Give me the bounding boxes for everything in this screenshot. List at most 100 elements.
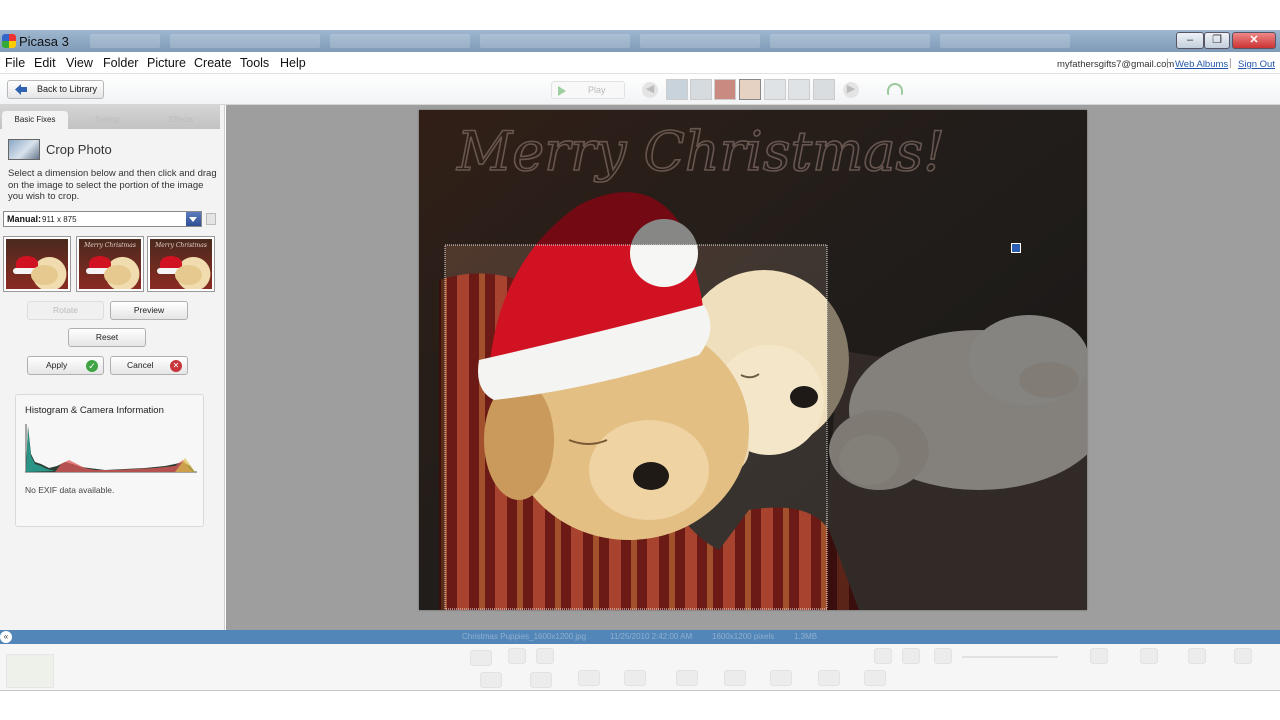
background-window-tab [170, 34, 320, 48]
rotate-button[interactable]: Rotate [27, 301, 104, 320]
photo-canvas[interactable]: Merry Christmas! [419, 110, 1087, 610]
rotate-left-icon[interactable] [508, 648, 526, 664]
tray-thumbnail[interactable] [6, 654, 54, 688]
view-single-icon[interactable] [874, 648, 892, 664]
email-icon[interactable] [530, 672, 552, 688]
photo-viewer: Merry Christmas! [226, 105, 1280, 630]
status-filesize: 1.3MB [794, 632, 818, 641]
info-icon[interactable] [1234, 648, 1252, 664]
crop-thumbnail-image: Merry Christmas [79, 239, 141, 289]
print-icon[interactable] [578, 670, 600, 686]
filmstrip-thumb[interactable] [813, 79, 835, 100]
tab-tuning[interactable]: Tuning [74, 111, 140, 129]
crop-thumbnail-image [6, 239, 68, 289]
picasa-logo-icon [2, 34, 16, 48]
cancel-label: Cancel [127, 360, 154, 370]
crop-dimension-select[interactable]: Manual: 911 x 875 [3, 211, 202, 227]
crop-preset-thumb-1[interactable] [3, 236, 71, 292]
tray-hold-icon[interactable] [470, 650, 492, 666]
exif-status: No EXIF data available. [25, 485, 115, 495]
menu-create[interactable]: Create [194, 56, 232, 70]
back-to-library-button[interactable]: Back to Library [7, 80, 104, 99]
collage-icon[interactable] [770, 670, 792, 686]
window-bottom-edge [0, 690, 1280, 720]
menu-picture[interactable]: Picture [147, 56, 186, 70]
checkmark-icon: ✓ [86, 360, 98, 372]
background-window-tab [640, 34, 760, 48]
menu-folder[interactable]: Folder [103, 56, 138, 70]
separator: | [1166, 58, 1169, 69]
edit-tabs: Basic Fixes Tuning Effects [0, 105, 220, 129]
play-icon [558, 86, 566, 96]
filmstrip-thumb-current[interactable] [739, 79, 761, 100]
account-email: myfathersgifts7@gmail.com [1057, 59, 1175, 70]
crop-options-icon[interactable] [206, 213, 216, 225]
close-button[interactable]: ✕ [1232, 32, 1276, 49]
upload-icon[interactable] [480, 672, 502, 688]
blog-icon[interactable] [724, 670, 746, 686]
collapse-panel-icon[interactable]: « [0, 631, 12, 643]
rotate-icon[interactable] [887, 83, 903, 95]
crop-photo-icon [8, 139, 40, 160]
preview-button[interactable]: Preview [110, 301, 188, 320]
crop-instructions: Select a dimension below and then click … [8, 168, 217, 202]
background-window-tab [770, 34, 930, 48]
rotate-right-icon[interactable] [536, 648, 554, 664]
menu-tools[interactable]: Tools [240, 56, 269, 70]
geotag-icon[interactable] [864, 670, 886, 686]
previous-photo-icon[interactable]: ◀ [642, 82, 658, 98]
zoom-icon[interactable] [934, 648, 952, 664]
separator: | [1229, 58, 1232, 69]
filmstrip-thumb[interactable] [690, 79, 712, 100]
sign-out-link[interactable]: Sign Out [1238, 59, 1275, 70]
crop-resize-handle[interactable] [1011, 243, 1021, 253]
menu-help[interactable]: Help [280, 56, 306, 70]
tags-icon[interactable] [1188, 648, 1206, 664]
menu-edit[interactable]: Edit [34, 56, 56, 70]
zoom-slider[interactable] [962, 656, 1058, 658]
cancel-x-icon: ✕ [170, 360, 182, 372]
filmstrip-thumb[interactable] [788, 79, 810, 100]
crop-preset-thumb-3[interactable]: Merry Christmas [147, 236, 215, 292]
tab-basic-fixes[interactable]: Basic Fixes [2, 111, 68, 129]
filmstrip-thumb[interactable] [666, 79, 688, 100]
background-window-tab [330, 34, 470, 48]
status-bar: « Christmas Puppies_1600x1200.jpg 11/25/… [0, 630, 1280, 644]
menu-file[interactable]: File [5, 56, 25, 70]
photo-tray [0, 644, 1280, 690]
status-filename: Christmas Puppies_1600x1200.jpg [462, 632, 587, 641]
shop-icon[interactable] [676, 670, 698, 686]
menu-view[interactable]: View [66, 56, 93, 70]
back-to-library-label: Back to Library [37, 84, 98, 94]
background-window-tab [480, 34, 630, 48]
next-photo-icon[interactable]: ▶ [843, 82, 859, 98]
apply-button[interactable]: Apply ✓ [27, 356, 104, 375]
people-icon[interactable] [1090, 648, 1108, 664]
status-dimensions: 1600x1200 pixels [712, 632, 775, 641]
play-slideshow-button[interactable]: Play [551, 81, 625, 99]
play-label: Play [588, 85, 606, 95]
web-albums-link[interactable]: Web Albums [1175, 59, 1228, 70]
toolbar: Back to Library Play ◀ ▶ [0, 74, 1280, 105]
movie-icon[interactable] [818, 670, 840, 686]
tab-effects[interactable]: Effects [148, 111, 214, 129]
export-icon[interactable] [624, 670, 646, 686]
status-datetime: 11/25/2010 2:42:00 AM [610, 632, 693, 641]
window-title: Picasa 3 [19, 34, 69, 49]
edit-panel: Basic Fixes Tuning Effects Crop Photo Se… [0, 105, 225, 630]
back-arrow-icon [15, 84, 27, 95]
crop-preset-thumb-2[interactable]: Merry Christmas [76, 236, 144, 292]
thumbnail-caption: Merry Christmas [84, 242, 136, 249]
filmstrip-thumb[interactable] [714, 79, 736, 100]
chevron-down-icon[interactable] [186, 212, 201, 226]
view-split-icon[interactable] [902, 648, 920, 664]
dimension-mode: Manual: [7, 214, 42, 224]
places-icon[interactable] [1140, 648, 1158, 664]
background-window-tab [940, 34, 1070, 48]
minimize-button[interactable]: ‒ [1176, 32, 1204, 49]
christmas-puppies-photo: Merry Christmas! [419, 110, 1087, 610]
reset-button[interactable]: Reset [68, 328, 146, 347]
filmstrip-thumb[interactable] [764, 79, 786, 100]
maximize-button[interactable]: ❐ [1204, 32, 1230, 49]
cancel-button[interactable]: Cancel ✕ [110, 356, 188, 375]
